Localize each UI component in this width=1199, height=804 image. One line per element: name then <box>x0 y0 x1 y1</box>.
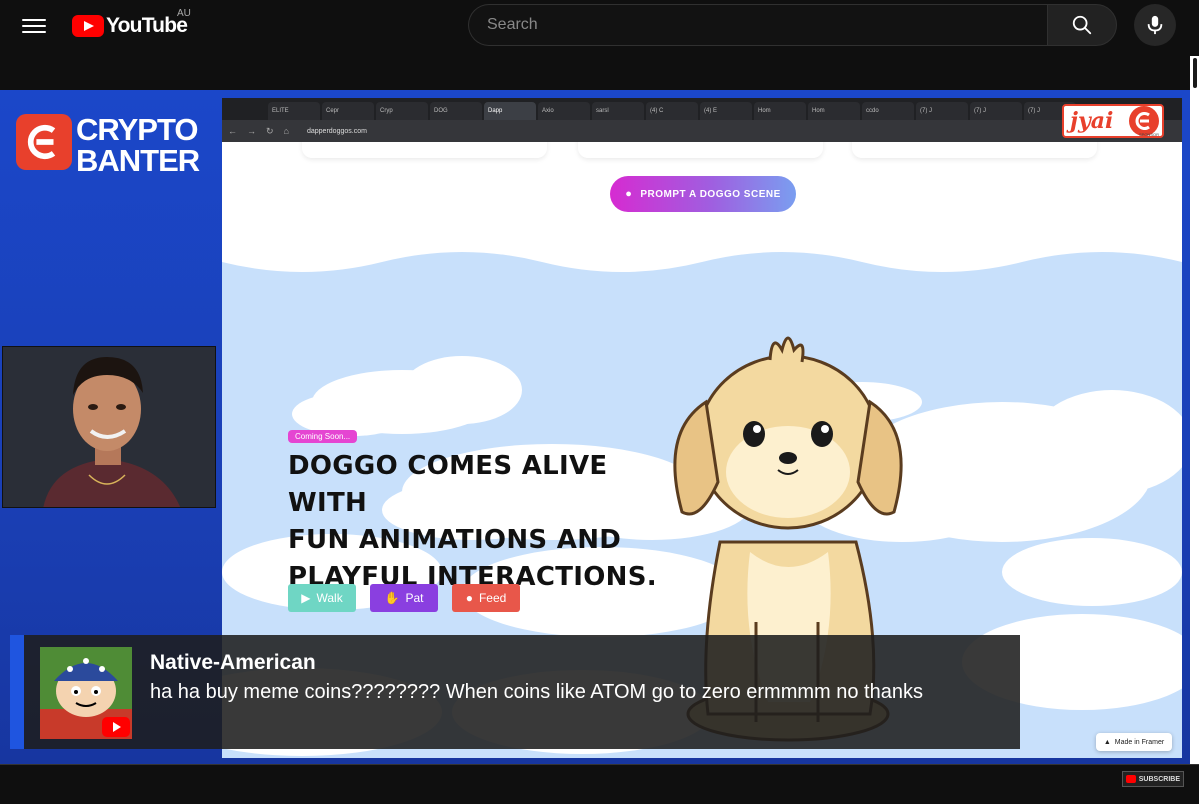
sponsor-caption: SPONSOR <box>1138 132 1159 137</box>
feed-button[interactable]: ● Feed <box>452 584 520 612</box>
youtube-play-badge-icon <box>102 717 130 737</box>
sponsor-badge: jyai SPONSOR <box>1062 104 1164 138</box>
video-player[interactable]: CRYPTO BANTER ELITE Cepr Cryp DOG Dapp A… <box>0 90 1190 764</box>
browser-address-bar: ← → ↻ ⌂ dapperdoggos.com <box>222 120 1182 142</box>
browser-tab[interactable]: (7) J <box>970 102 1022 120</box>
browser-tab[interactable]: (4) C <box>646 102 698 120</box>
browser-tab[interactable]: (7) J <box>916 102 968 120</box>
hero-headline: DOGGO COMES ALIVE WITH FUN ANIMATIONS AN… <box>288 448 688 596</box>
framer-label: Made in Framer <box>1114 738 1165 746</box>
url-text[interactable]: dapperdoggos.com <box>307 128 367 135</box>
page-scrollbar[interactable] <box>1190 56 1199 804</box>
hand-icon: ✋ <box>384 591 400 605</box>
scrollbar-thumb[interactable] <box>1193 58 1197 88</box>
browser-tab[interactable]: Cryp <box>376 102 428 120</box>
browser-tab-active[interactable]: Dapp <box>484 102 536 120</box>
made-in-framer-badge[interactable]: ▲ Made in Framer <box>1096 733 1172 751</box>
walk-icon: ▶ <box>301 591 311 605</box>
forward-icon[interactable]: → <box>247 126 256 136</box>
sponsor-wordmark: jyai <box>1070 108 1114 134</box>
search-button[interactable] <box>1047 4 1117 46</box>
player-bottom-bar <box>0 764 1199 804</box>
subscribe-label: SUBSCRIBE <box>1138 775 1180 783</box>
browser-tab[interactable]: ELITE <box>268 102 320 120</box>
search-input[interactable] <box>468 4 1048 46</box>
framer-icon: ▲ <box>1103 738 1111 746</box>
browser-tab[interactable]: Cepr <box>322 102 374 120</box>
walk-button[interactable]: ▶ Walk <box>288 584 356 612</box>
search-icon <box>1072 15 1092 35</box>
brand-line-1: CRYPTO <box>76 112 198 147</box>
browser-tab[interactable]: sarsl <box>592 102 644 120</box>
pat-label: Pat <box>405 591 424 605</box>
brand-line-2: BANTER <box>76 143 200 178</box>
chat-author-name: Native-American <box>150 651 316 674</box>
headline-line: DOGGO COMES ALIVE WITH <box>288 451 608 518</box>
brand-text: CRYPTO BANTER <box>76 112 200 178</box>
coming-soon-badge: Coming Soon... <box>288 430 358 443</box>
subscribe-watermark-button[interactable]: SUBSCRIBE <box>1122 771 1184 787</box>
palette-icon: ● <box>625 188 633 200</box>
voice-search-button[interactable] <box>1134 4 1176 46</box>
browser-tab[interactable]: Hom <box>754 102 806 120</box>
youtube-wordmark: YouTube <box>106 14 188 37</box>
menu-icon[interactable] <box>22 14 46 38</box>
browser-tab[interactable]: (4) E <box>700 102 752 120</box>
feature-card <box>302 142 547 158</box>
browser-tab[interactable]: Hom <box>808 102 860 120</box>
reload-icon[interactable]: ↻ <box>266 126 274 137</box>
browser-tab[interactable]: Axio <box>538 102 590 120</box>
crypto-banter-logo: CRYPTO BANTER <box>16 112 200 178</box>
streamer-webcam <box>2 346 216 508</box>
country-code: AU <box>177 8 191 19</box>
masthead: YouTube AU <box>0 0 1199 56</box>
pat-button[interactable]: ✋ Pat <box>370 584 438 612</box>
chat-author-avatar <box>40 647 132 739</box>
back-icon[interactable]: ← <box>228 126 237 136</box>
home-icon[interactable]: ⌂ <box>284 126 289 136</box>
subscribe-play-icon <box>1126 775 1136 783</box>
featured-chat-message: Native-American ha ha buy meme coins????… <box>10 635 1020 749</box>
youtube-play-icon <box>72 15 104 37</box>
feature-card <box>852 142 1097 158</box>
browser-tab[interactable]: DOG <box>430 102 482 120</box>
prompt-doggo-scene-button[interactable]: ● PROMPT A DOGGO SCENE <box>610 176 796 212</box>
feed-label: Feed <box>478 591 507 605</box>
microphone-icon <box>1147 15 1163 35</box>
browser-tab-bar: ELITE Cepr Cryp DOG Dapp Axio sarsl (4) … <box>222 98 1182 120</box>
feature-card <box>578 142 823 158</box>
browser-tab[interactable]: ccdo <box>862 102 914 120</box>
bone-icon: ● <box>465 591 473 605</box>
crypto-banter-icon <box>16 114 72 170</box>
chat-message-text: ha ha buy meme coins???????? When coins … <box>150 681 923 703</box>
prompt-button-label: PROMPT A DOGGO SCENE <box>640 188 781 200</box>
youtube-logo[interactable]: YouTube <box>72 12 188 40</box>
headline-line: FUN ANIMATIONS AND <box>288 525 622 555</box>
walk-label: Walk <box>316 591 343 605</box>
